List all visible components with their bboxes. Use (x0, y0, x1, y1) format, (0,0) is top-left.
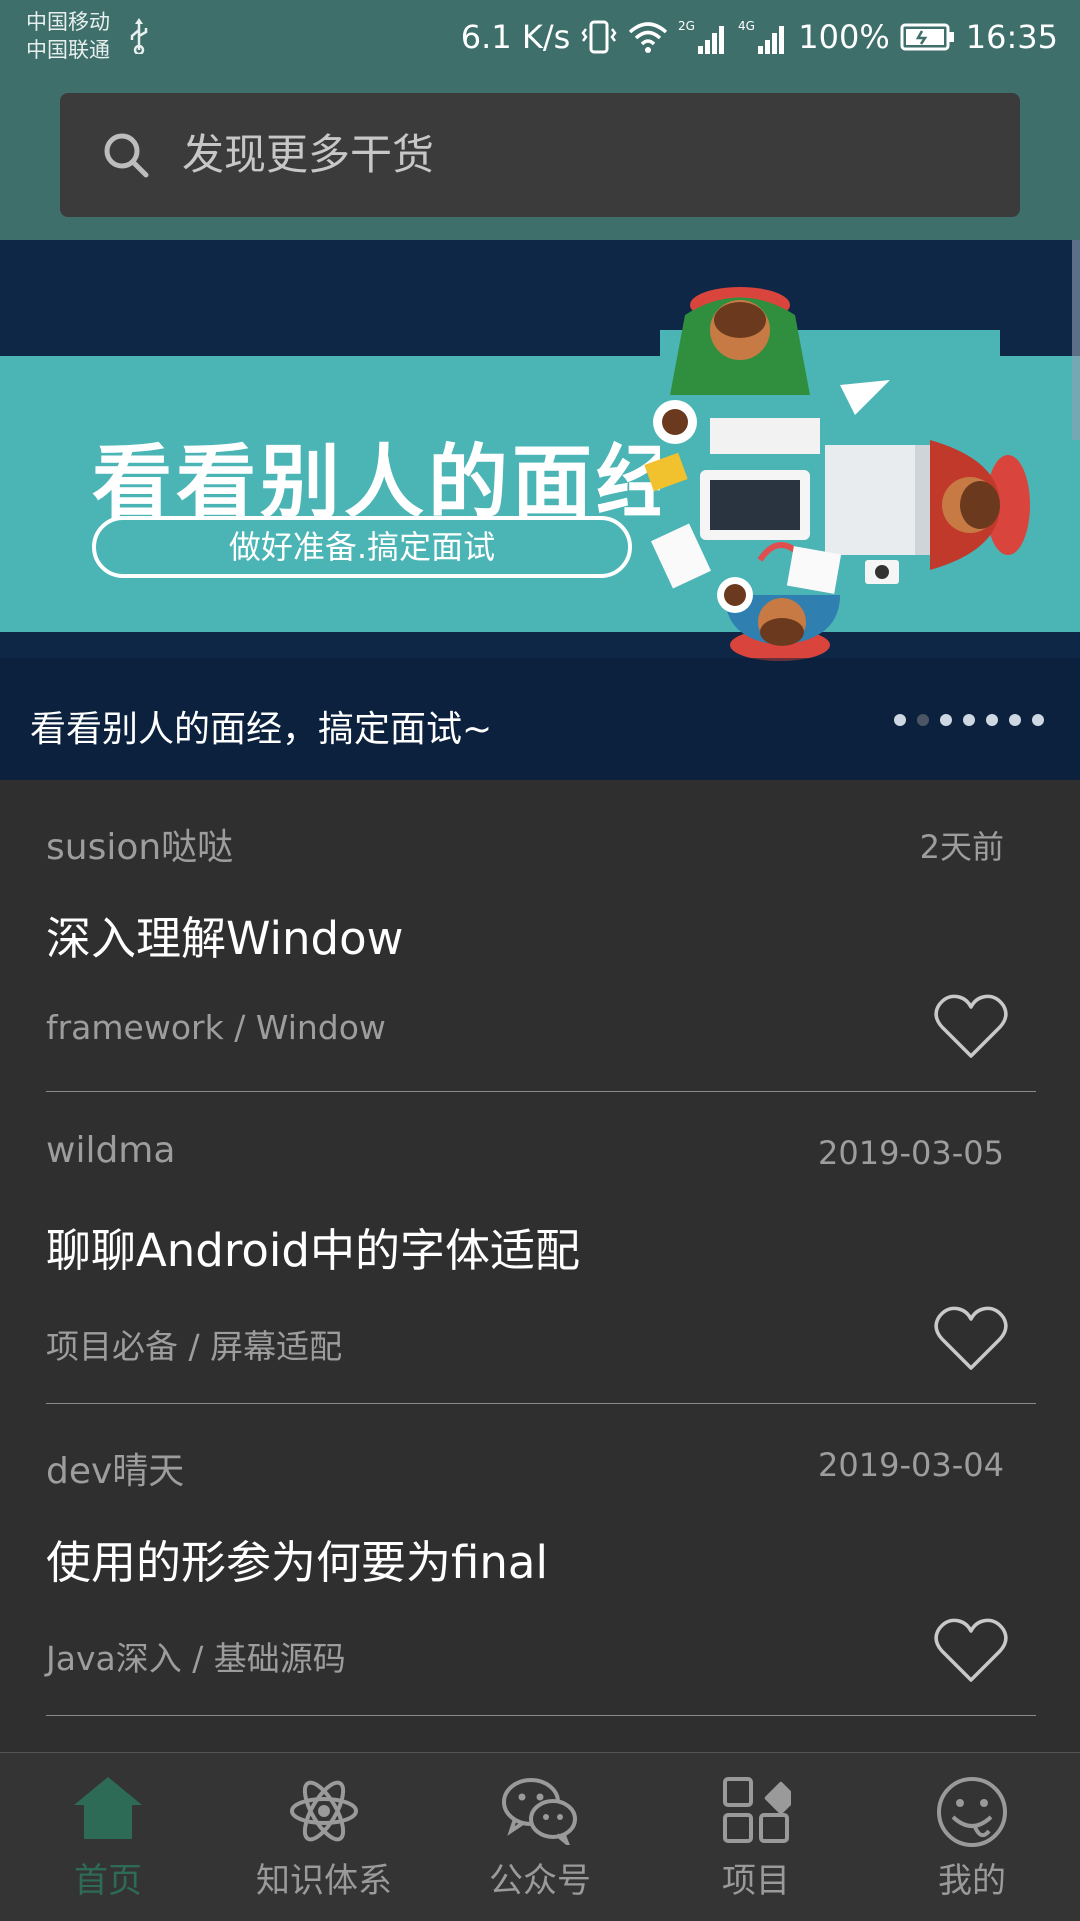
article-author[interactable]: susion哒哒 (46, 818, 233, 870)
atom-icon (290, 1780, 358, 1842)
article-title[interactable]: 使用的形参为何要为final (46, 1526, 548, 1591)
nav-label-mine: 我的 (938, 1861, 1006, 1901)
network-speed: 6.1 K/s (460, 18, 571, 56)
banner-page-indicator (894, 714, 1044, 726)
heart-icon[interactable] (934, 1306, 1008, 1372)
banner-subtitle-pill: 做好准备.搞定面试 (92, 516, 632, 578)
nav-item-mine[interactable]: 我的 (864, 1753, 1080, 1921)
carrier-labels: 中国移动 中国联通 (26, 8, 110, 64)
article-category[interactable]: framework / Window (46, 1008, 386, 1047)
nav-item-projects[interactable]: 项目 (648, 1753, 864, 1921)
article-title[interactable]: 聊聊Android中的字体适配 (46, 1214, 580, 1279)
nav-item-wechat[interactable]: 公众号 (432, 1753, 648, 1921)
article-item[interactable]: susion哒哒 2天前 深入理解Window framework / Wind… (0, 780, 1080, 1092)
nav-label-knowledge: 知识体系 (256, 1861, 392, 1901)
article-item[interactable]: dev晴天 2019-03-04 使用的形参为何要为final Java深入 /… (0, 1404, 1080, 1716)
banner-scroll-indicator (1072, 240, 1080, 440)
article-author[interactable]: dev晴天 (46, 1442, 184, 1494)
signal-2g-icon: 2G (678, 19, 725, 54)
article-category[interactable]: 项目必备 / 屏幕适配 (46, 1320, 342, 1368)
wechat-icon (502, 1778, 577, 1845)
article-title[interactable]: 深入理解Window (46, 902, 403, 967)
nav-label-wechat: 公众号 (489, 1861, 591, 1901)
banner-dot[interactable] (986, 714, 998, 726)
banner-dot[interactable] (1032, 714, 1044, 726)
wifi-icon (629, 22, 668, 53)
signal-4g-icon: 4G (738, 19, 785, 54)
article-author[interactable]: wildma (46, 1130, 175, 1171)
status-bar: 中国移动 中国联通 6.1 K/s 2G 4G 100% 16:35 (0, 0, 1080, 76)
home-icon (74, 1777, 142, 1839)
nav-item-knowledge[interactable]: 知识体系 (216, 1753, 432, 1921)
usb-icon (130, 18, 148, 54)
heart-icon[interactable] (934, 1618, 1008, 1684)
banner-caption: 看看别人的面经，搞定面试~ (30, 709, 493, 750)
article-date: 2019-03-04 (818, 1446, 1004, 1484)
app-header: 发现更多干货 (0, 76, 1080, 240)
banner-dot[interactable] (894, 714, 906, 726)
carrier-2: 中国联通 (26, 38, 110, 62)
nav-label-home: 首页 (74, 1861, 142, 1901)
article-category[interactable]: Java深入 / 基础源码 (46, 1632, 346, 1680)
heart-icon[interactable] (934, 994, 1008, 1060)
bottom-navigation: 首页 知识体系 公众号 项目 我的 (0, 1752, 1080, 1921)
battery-percent: 100% (798, 18, 890, 56)
search-input[interactable]: 发现更多干货 (182, 93, 434, 217)
banner-dot-active[interactable] (917, 714, 929, 726)
clock: 16:35 (965, 18, 1058, 56)
svg-text:4G: 4G (738, 19, 755, 33)
banner-dot[interactable] (940, 714, 952, 726)
battery-icon (900, 23, 954, 51)
banner-illustration (644, 287, 1030, 661)
carrier-1: 中国移动 (26, 10, 110, 34)
vibrate-icon (581, 20, 617, 54)
search-icon (104, 133, 149, 178)
status-indicators: 6.1 K/s 2G 4G 100% 16:35 (461, 14, 1058, 60)
banner-dot[interactable] (1009, 714, 1021, 726)
article-list: susion哒哒 2天前 深入理解Window framework / Wind… (0, 780, 1080, 1716)
article-item[interactable]: wildma 2019-03-05 聊聊Android中的字体适配 项目必备 /… (0, 1092, 1080, 1404)
list-divider (46, 1715, 1036, 1716)
nav-item-home[interactable]: 首页 (0, 1753, 216, 1921)
smiley-icon (937, 1777, 1007, 1847)
nav-label-projects: 项目 (722, 1861, 790, 1901)
svg-text:2G: 2G (678, 19, 695, 33)
banner-dot[interactable] (963, 714, 975, 726)
article-date: 2天前 (919, 828, 1004, 866)
banner-carousel[interactable]: 看看别人的面经 做好准备.搞定面试 看看别人的面经，搞定面试~ (0, 240, 1080, 780)
article-date: 2019-03-05 (818, 1134, 1004, 1172)
search-bar[interactable]: 发现更多干货 (60, 93, 1020, 217)
grid-icon (723, 1777, 791, 1843)
